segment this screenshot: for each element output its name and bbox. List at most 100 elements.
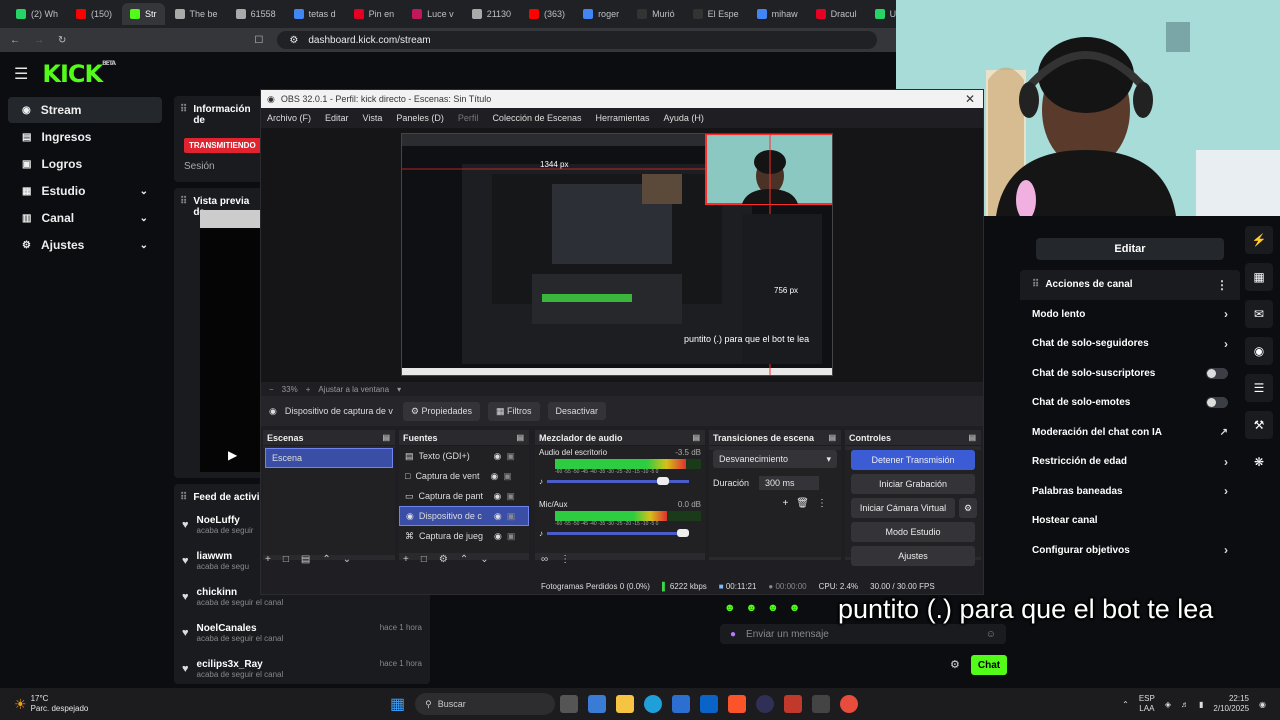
move-down-icon[interactable]: ⌄ bbox=[343, 554, 351, 565]
sidebar-item-logros[interactable]: ▣ Logros bbox=[8, 151, 162, 177]
add-icon[interactable]: + bbox=[403, 554, 409, 565]
kick-logo[interactable]: KICKBETA bbox=[42, 60, 116, 88]
control-button[interactable]: Iniciar Cámara Virtual ⚙ bbox=[851, 498, 977, 518]
speaker-icon[interactable]: ♪ bbox=[539, 477, 543, 486]
zoom-in-icon[interactable]: + bbox=[306, 385, 311, 394]
control-button[interactable]: Modo Estudio bbox=[851, 522, 975, 542]
browser-tab[interactable]: roger bbox=[575, 3, 627, 25]
document-icon[interactable]: ▦ bbox=[1245, 263, 1273, 291]
channel-action-item[interactable]: Chat de solo-seguidores › bbox=[1020, 329, 1240, 359]
battery-icon[interactable]: ▮ bbox=[1199, 700, 1203, 709]
filters-button[interactable]: ▦ Filtros bbox=[487, 401, 540, 421]
source-item[interactable]: ▤ Texto (GDI+) ◉ ▣ bbox=[399, 446, 529, 466]
chat-settings-icon[interactable]: ⚙ bbox=[950, 658, 960, 671]
dock-menu-icon[interactable]: ▤ bbox=[382, 433, 390, 442]
drag-handle-icon[interactable]: ⠿ bbox=[180, 492, 187, 503]
task-view-icon[interactable] bbox=[560, 695, 579, 713]
channel-action-item[interactable]: Modo lento › bbox=[1020, 300, 1240, 330]
bookmark-icon[interactable]: ☐ bbox=[254, 35, 263, 46]
browser-tab[interactable]: (363) bbox=[521, 3, 573, 25]
move-up-icon[interactable]: ⌃ bbox=[460, 554, 468, 565]
move-down-icon[interactable]: ⌄ bbox=[480, 554, 488, 565]
channel-action-item[interactable]: Chat de solo-suscriptores bbox=[1020, 359, 1240, 389]
emoji-icon[interactable]: ☺ bbox=[986, 629, 996, 640]
obs-preview-area[interactable]: 1344 px 756 px puntito (.) para que el b… bbox=[261, 128, 983, 382]
obs-menu-item[interactable]: Archivo (F) bbox=[267, 113, 311, 123]
control-button[interactable]: Ajustes bbox=[851, 546, 975, 566]
zoom-out-icon[interactable]: − bbox=[269, 385, 274, 394]
close-icon[interactable]: ✕ bbox=[957, 92, 983, 106]
menu-icon[interactable]: ☰ bbox=[14, 64, 28, 84]
clock[interactable]: 22:15 2/10/2025 bbox=[1213, 694, 1249, 714]
tray-chevron-icon[interactable]: ⌃ bbox=[1122, 700, 1129, 709]
source-item[interactable]: ⌘ Captura de jueg ◉ ▣ bbox=[399, 526, 529, 546]
obs-menu-item[interactable]: Ayuda (H) bbox=[664, 113, 704, 123]
eye-icon[interactable]: ◉ bbox=[494, 451, 502, 462]
browser-tab[interactable]: 21130 bbox=[464, 3, 519, 25]
toggle-switch[interactable] bbox=[1206, 367, 1228, 379]
file-explorer-icon[interactable] bbox=[616, 695, 635, 713]
browser-tab[interactable]: Luce v bbox=[404, 3, 462, 25]
obs-menu-item[interactable]: Colección de Escenas bbox=[492, 113, 581, 123]
browser-tab[interactable]: Murió bbox=[629, 3, 683, 25]
sidebar-item-estudio[interactable]: ▦ Estudio ⌄ bbox=[8, 178, 162, 204]
browser-tab[interactable]: Pin en bbox=[346, 3, 403, 25]
eye-icon[interactable]: ◉ bbox=[494, 491, 502, 502]
deactivate-button[interactable]: Desactivar bbox=[547, 402, 607, 420]
wrench-icon[interactable]: ⚒ bbox=[1245, 411, 1273, 439]
drag-handle-icon[interactable]: ⠿ bbox=[1032, 279, 1039, 290]
browser-tab[interactable]: The be bbox=[167, 3, 226, 25]
edit-button[interactable]: Editar bbox=[1036, 238, 1224, 260]
broadcast-icon[interactable]: ◉ bbox=[1245, 337, 1273, 365]
sidebar-item-stream[interactable]: ◉ Stream bbox=[8, 97, 162, 123]
chat-send-button[interactable]: Chat bbox=[971, 655, 1007, 675]
lock-icon[interactable]: ▣ bbox=[507, 531, 516, 542]
lightning-icon[interactable]: ⚡ bbox=[1245, 226, 1273, 254]
lock-icon[interactable]: ▣ bbox=[506, 451, 515, 462]
speaker-icon[interactable]: ♪ bbox=[539, 529, 543, 538]
sidebar-item-ajustes[interactable]: ⚙ Ajustes ⌄ bbox=[8, 232, 162, 258]
browser-tab[interactable]: Dracul bbox=[808, 3, 865, 25]
outlook-icon[interactable] bbox=[700, 695, 719, 713]
eye-icon[interactable]: ◉ bbox=[494, 531, 502, 542]
channel-action-item[interactable]: Configurar objetivos › bbox=[1020, 536, 1240, 566]
more-options-icon[interactable]: ⋮ bbox=[817, 498, 827, 509]
filter-icon[interactable]: ▤ bbox=[301, 554, 310, 565]
channel-action-item[interactable]: Chat de solo-emotes bbox=[1020, 388, 1240, 418]
control-button[interactable]: Detener Transmisión bbox=[851, 450, 975, 470]
browser-tab[interactable]: (150) bbox=[68, 3, 120, 25]
edge-icon[interactable] bbox=[644, 695, 663, 713]
emote-icon[interactable]: ☻ bbox=[767, 602, 779, 614]
sidebar-item-canal[interactable]: ▥ Canal ⌄ bbox=[8, 205, 162, 231]
channel-action-item[interactable]: Restricción de edad › bbox=[1020, 447, 1240, 477]
taskbar-search[interactable]: ⚲ Buscar bbox=[415, 693, 556, 715]
obs-icon[interactable] bbox=[756, 695, 775, 713]
follower-name[interactable]: liawwm bbox=[197, 551, 250, 562]
browser-tab[interactable]: El Espe bbox=[685, 3, 747, 25]
chrome-icon[interactable] bbox=[840, 695, 859, 713]
sidebar-item-ingresos[interactable]: ▤ Ingresos bbox=[8, 124, 162, 150]
dock-menu-icon[interactable]: ▤ bbox=[968, 433, 976, 442]
add-icon[interactable]: + bbox=[265, 554, 271, 565]
store-icon[interactable] bbox=[672, 695, 691, 713]
app-icon[interactable] bbox=[784, 695, 803, 713]
weather-widget[interactable]: ☀ 17°C Parc. despejado bbox=[0, 694, 390, 714]
volume-slider[interactable] bbox=[547, 477, 689, 485]
reload-icon[interactable]: ↻ bbox=[58, 35, 66, 46]
more-options-icon[interactable]: ⋮ bbox=[560, 554, 570, 565]
brave-icon[interactable] bbox=[728, 695, 747, 713]
channel-action-item[interactable]: Palabras baneadas › bbox=[1020, 477, 1240, 507]
trash-icon[interactable]: □ bbox=[283, 554, 289, 565]
microphone-icon[interactable]: ● bbox=[730, 629, 736, 640]
browser-tab[interactable]: mihaw bbox=[749, 3, 806, 25]
link-icon[interactable]: ∞ bbox=[541, 554, 548, 565]
emote-icon[interactable]: ☻ bbox=[746, 602, 758, 614]
lock-icon[interactable]: ▣ bbox=[506, 491, 515, 502]
address-bar[interactable]: ⚙ dashboard.kick.com/stream bbox=[277, 31, 878, 49]
notification-icon[interactable]: ◉ bbox=[1259, 700, 1266, 709]
move-up-icon[interactable]: ⌃ bbox=[322, 554, 330, 565]
start-icon[interactable]: ▦ bbox=[390, 694, 405, 714]
more-options-icon[interactable]: ⋮ bbox=[1216, 278, 1228, 292]
fit-window-button[interactable]: Ajustar a la ventana bbox=[318, 385, 389, 394]
wifi-icon[interactable]: ◈ bbox=[1165, 700, 1171, 709]
